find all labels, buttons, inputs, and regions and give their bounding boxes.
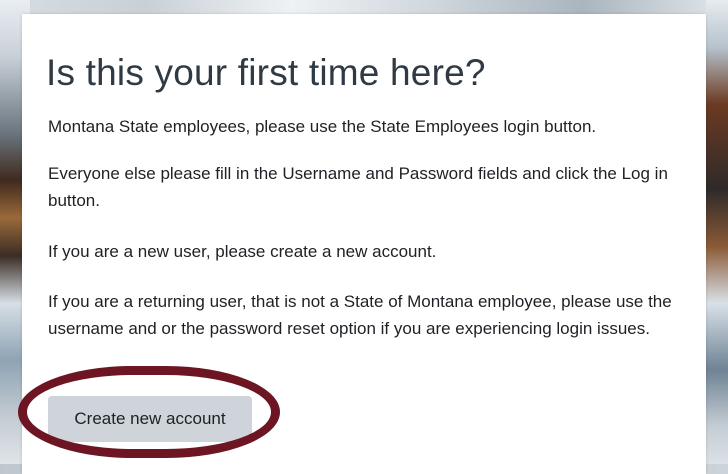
instruction-everyone-else: Everyone else please fill in the Usernam…	[48, 164, 668, 210]
instruction-new-user: If you are a new user, please create a n…	[48, 242, 437, 261]
create-new-account-button[interactable]: Create new account	[48, 396, 252, 442]
card-title: Is this your first time here?	[46, 52, 486, 93]
instruction-returning-user: If you are a returning user, that is not…	[48, 292, 672, 338]
instruction-state-employees: Montana State employees, please use the …	[48, 117, 597, 136]
background-image-top	[0, 0, 728, 14]
first-time-card: Is this your first time here? Montana St…	[22, 14, 706, 474]
background-image-right	[706, 0, 728, 474]
